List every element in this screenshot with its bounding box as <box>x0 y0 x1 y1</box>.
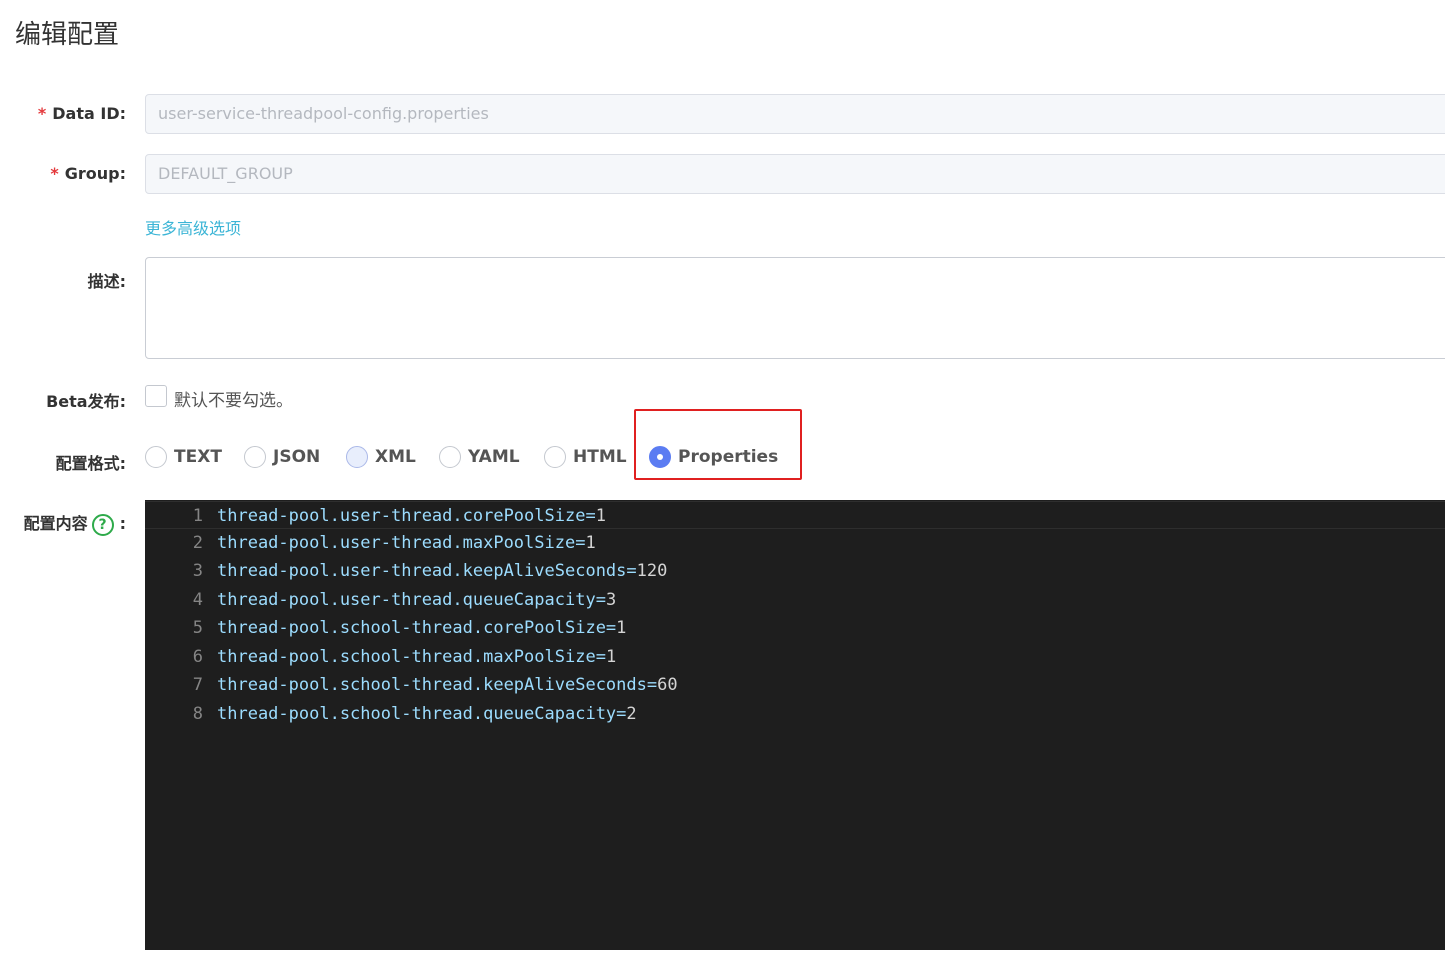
code-value: 1 <box>585 533 596 553</box>
code-key: thread-pool.user-thread.maxPoolSize= <box>217 533 586 553</box>
content-label: 配置内容?: <box>24 510 126 536</box>
code-value: 1 <box>595 506 606 526</box>
question-circle-icon[interactable]: ? <box>91 513 114 536</box>
line-number: 6 <box>192 647 203 667</box>
code-key: thread-pool.school-thread.corePoolSize= <box>217 618 617 638</box>
format-label: 配置格式: <box>55 454 126 473</box>
code-key: thread-pool.user-thread.corePoolSize= <box>217 506 596 526</box>
code-editor[interactable]: 1 thread-pool.user-thread.corePoolSize=1… <box>145 500 1445 950</box>
radio-json[interactable]: JSON <box>244 446 320 468</box>
code-text: thread-pool.school-thread.maxPoolSize=1 <box>217 643 616 671</box>
code-line: 3 thread-pool.user-thread.keepAliveSecon… <box>145 557 1445 585</box>
radio-yaml[interactable]: YAML <box>439 446 520 468</box>
radio-circle <box>145 446 167 468</box>
code-line: 6 thread-pool.school-thread.maxPoolSize=… <box>145 643 1445 671</box>
beta-hint: 默认不要勾选。 <box>174 391 293 411</box>
radio-xml[interactable]: XML <box>346 446 416 468</box>
code-text: thread-pool.user-thread.keepAliveSeconds… <box>217 557 667 585</box>
code-text: thread-pool.user-thread.corePoolSize=1 <box>217 502 606 530</box>
highlight-box <box>634 409 802 480</box>
code-line: 1 thread-pool.user-thread.corePoolSize=1 <box>145 501 1445 529</box>
radio-circle <box>346 446 368 468</box>
data-id-input[interactable]: user-service-threadpool-config.propertie… <box>145 94 1445 134</box>
code-line: 5 thread-pool.school-thread.corePoolSize… <box>145 614 1445 642</box>
code-line: 8 thread-pool.school-thread.queueCapacit… <box>145 700 1445 728</box>
required-mark: * <box>50 164 59 183</box>
line-number: 4 <box>192 590 203 610</box>
description-label: 描述: <box>87 272 126 291</box>
group-label: * Group: <box>50 164 126 183</box>
code-line: 2 thread-pool.user-thread.maxPoolSize=1 <box>145 529 1445 557</box>
data-id-label: * Data ID: <box>38 104 126 123</box>
description-textarea[interactable] <box>145 257 1445 359</box>
code-value: 60 <box>657 675 678 695</box>
code-value: 1 <box>605 647 617 667</box>
line-number: 2 <box>192 533 203 553</box>
content-label-colon: : <box>119 514 126 533</box>
more-advanced-options-link[interactable]: 更多高级选项 <box>145 215 241 239</box>
radio-label: HTML <box>573 447 627 467</box>
code-key: thread-pool.school-thread.queueCapacity= <box>217 704 627 724</box>
radio-text[interactable]: TEXT <box>145 446 222 468</box>
radio-circle <box>544 446 566 468</box>
required-mark: * <box>37 104 47 123</box>
radio-label: JSON <box>273 447 321 467</box>
group-input[interactable]: DEFAULT_GROUP <box>145 154 1445 194</box>
code-text: thread-pool.user-thread.queueCapacity=3 <box>217 586 616 614</box>
code-key: thread-pool.school-thread.maxPoolSize= <box>217 647 606 667</box>
code-key: thread-pool.user-thread.queueCapacity= <box>217 590 606 610</box>
code-text: thread-pool.school-thread.queueCapacity=… <box>217 700 637 728</box>
code-line: 4 thread-pool.user-thread.queueCapacity=… <box>145 586 1445 614</box>
beta-label: Beta发布: <box>46 392 126 411</box>
data-id-label-text: Data ID: <box>52 104 126 123</box>
group-label-text: Group: <box>64 164 126 183</box>
line-number: 8 <box>192 704 203 724</box>
radio-html[interactable]: HTML <box>544 446 627 468</box>
radio-circle <box>244 446 266 468</box>
line-number: 7 <box>192 675 203 695</box>
line-number: 5 <box>192 618 203 638</box>
code-text: thread-pool.school-thread.keepAliveSecon… <box>217 671 678 699</box>
code-text: thread-pool.user-thread.maxPoolSize=1 <box>217 529 596 557</box>
code-value: 120 <box>636 561 668 581</box>
code-line: 7 thread-pool.school-thread.keepAliveSec… <box>145 671 1445 699</box>
code-key: thread-pool.user-thread.keepAliveSeconds… <box>217 561 637 581</box>
content-label-text: 配置内容 <box>23 514 88 533</box>
code-key: thread-pool.school-thread.keepAliveSecon… <box>217 675 658 695</box>
beta-checkbox[interactable] <box>145 385 167 407</box>
line-number: 3 <box>192 561 203 581</box>
code-value: 2 <box>626 704 637 724</box>
radio-label: YAML <box>468 447 520 467</box>
line-number: 1 <box>192 506 203 526</box>
radio-circle <box>439 446 461 468</box>
radio-label: TEXT <box>174 447 222 467</box>
code-value: 1 <box>616 618 627 638</box>
code-text: thread-pool.school-thread.corePoolSize=1 <box>217 614 626 642</box>
page-title: 编辑配置 <box>15 20 120 50</box>
radio-label: XML <box>375 447 416 467</box>
code-value: 3 <box>605 590 617 610</box>
